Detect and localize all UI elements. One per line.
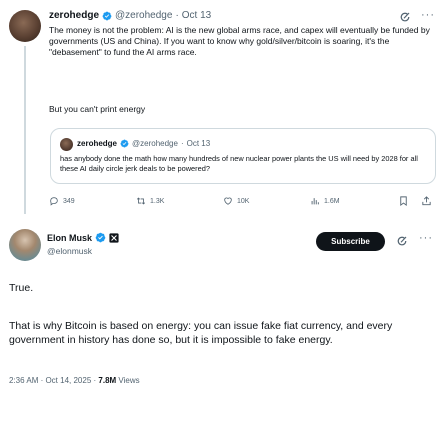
author-name[interactable]: Elon Musk — [47, 233, 92, 243]
like-button[interactable]: 10K — [223, 196, 249, 206]
post-timestamp[interactable]: 2:36 AM · Oct 14, 2025 · — [9, 376, 98, 385]
quoted-post-header: zerohedge @zerohedge · Oct 13 — [77, 139, 210, 148]
thread-connector-line — [24, 46, 26, 214]
views-count: 1.6M — [324, 197, 340, 205]
quoted-author-handle: @zerohedge — [132, 139, 178, 148]
reply-button[interactable]: 349 — [49, 196, 75, 206]
like-count: 10K — [237, 197, 250, 205]
parent-post-actions: 349 1.3K 10K 1.6M — [49, 194, 437, 210]
main-post-text-1: True. — [9, 282, 34, 294]
quoted-post-date: Oct 13 — [186, 139, 211, 148]
repost-icon — [136, 197, 146, 205]
separator-dot: · — [175, 10, 179, 21]
repost-count: 1.3K — [150, 197, 165, 205]
share-icon[interactable] — [421, 195, 432, 207]
author-handle[interactable]: @elonmusk — [47, 246, 92, 256]
main-post-text-2: That is why Bitcoin is based on energy: … — [9, 320, 393, 346]
author-handle[interactable]: @zerohedge — [115, 10, 172, 21]
verified-badge-icon — [102, 11, 112, 20]
main-post-author: Elon Musk — [47, 232, 119, 243]
verified-badge-icon — [95, 232, 106, 243]
subscribe-button[interactable]: Subscribe — [316, 232, 385, 251]
verified-badge-icon — [120, 139, 129, 148]
separator-dot: · — [180, 139, 184, 148]
parent-post-text-2: But you can't print energy — [49, 104, 146, 114]
reply-count: 349 — [63, 197, 75, 205]
post-date[interactable]: Oct 13 — [182, 10, 211, 21]
heart-icon — [224, 197, 232, 205]
grok-icon[interactable] — [396, 235, 408, 247]
elon-musk-avatar[interactable] — [9, 229, 41, 261]
quoted-author-avatar — [60, 138, 73, 151]
post-metadata: 2:36 AM · Oct 14, 2025 · 7.8M Views — [9, 376, 140, 385]
repost-button[interactable]: 1.3K — [136, 196, 164, 206]
affiliate-badge-icon — [109, 232, 119, 243]
bookmark-icon[interactable] — [398, 195, 409, 207]
parent-post-header: zerohedge @zerohedge · Oct 13 — [49, 10, 211, 21]
views-count: 7.8M — [98, 376, 117, 385]
reply-icon — [50, 197, 58, 206]
views-button[interactable]: 1.6M — [310, 196, 340, 206]
analytics-icon — [311, 198, 319, 205]
quoted-post[interactable]: zerohedge @zerohedge · Oct 13 has anybod… — [50, 128, 436, 184]
more-options-icon[interactable]: ··· — [421, 9, 435, 21]
grok-icon[interactable] — [399, 11, 411, 23]
author-name[interactable]: zerohedge — [49, 10, 99, 21]
parent-post-text: The money is not the problem: AI is the … — [49, 25, 430, 58]
quoted-post-text: has anybody done the math how many hundr… — [60, 154, 418, 173]
quoted-author-name: zerohedge — [77, 139, 118, 148]
more-options-icon[interactable]: ··· — [419, 232, 433, 244]
zerohedge-avatar[interactable] — [9, 10, 41, 42]
views-label: Views — [116, 376, 140, 385]
